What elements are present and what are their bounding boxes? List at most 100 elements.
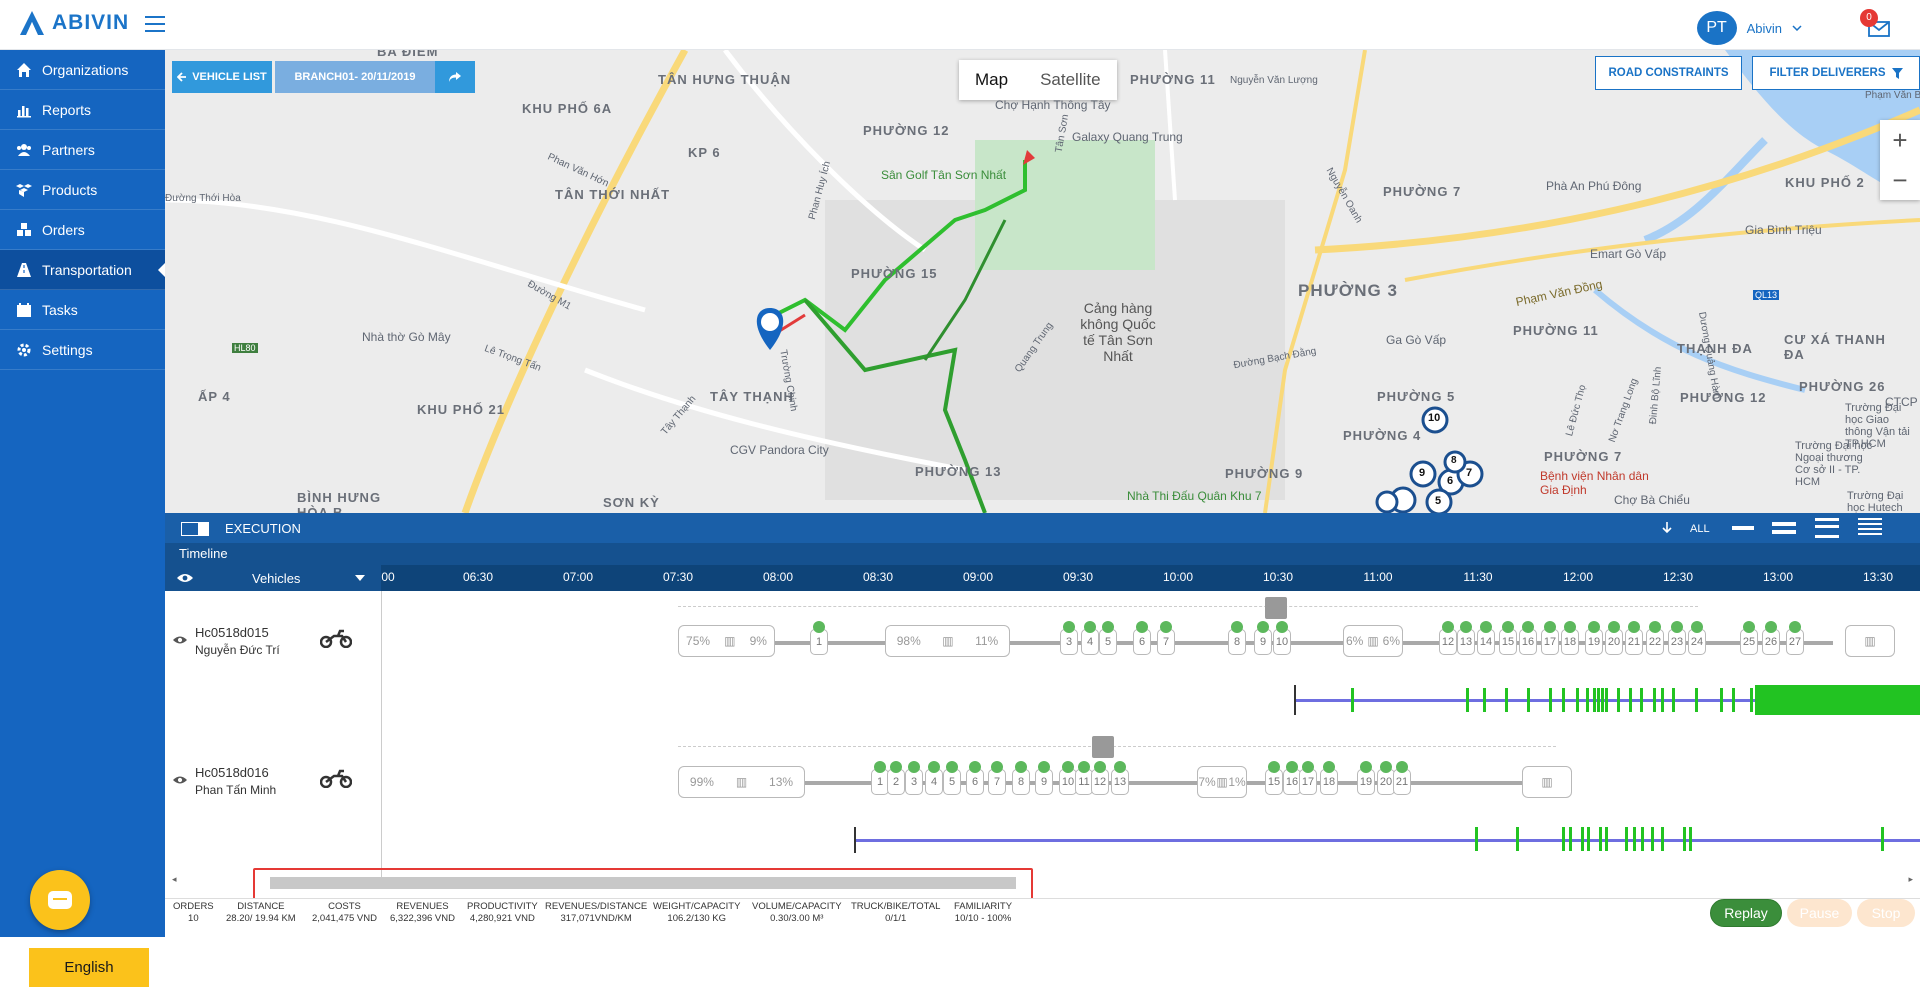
map-marker[interactable]: 9 [1419,467,1425,479]
depot-block[interactable]: 99% ▥ 13% [678,766,805,798]
sidebar-item-organizations[interactable]: Organizations [0,50,165,90]
map-marker[interactable]: 10 [1428,412,1440,424]
activity-bar [1617,688,1620,712]
depot-block[interactable]: 6% ▥ 6% [1343,625,1403,657]
map-label: TÂN THỚI NHẤT [555,187,671,202]
road-constraints-button[interactable]: ROAD CONSTRAINTS [1595,56,1742,90]
delivered-check-icon [1015,761,1027,773]
vehicle-id: Hc0518d016 [195,765,269,780]
time-tick: 10:00 [1162,570,1194,584]
eye-icon[interactable] [173,635,187,645]
road-badge: QL13 [1753,290,1780,300]
caret-down-icon[interactable] [355,575,365,581]
map-marker[interactable]: 6 [1447,475,1453,487]
filter-deliverers-button[interactable]: FILTER DELIVERERS [1752,56,1920,90]
all-label[interactable]: ALL [1690,523,1710,535]
map-label: CƯ XÁ THANH ĐA [1784,332,1886,362]
delivered-check-icon [1323,761,1335,773]
sidebar-item-products[interactable]: Products [0,170,165,210]
density-3-icon[interactable] [1815,518,1839,538]
depot-block[interactable]: 98% ▥ 11% [885,625,1010,657]
chat-icon [48,891,72,909]
hamburger-menu-icon[interactable] [145,16,165,32]
scroll-left-icon[interactable]: ◂ [172,874,177,885]
sidebar-item-settings[interactable]: Settings [0,330,165,370]
zoom-in-button[interactable]: + [1880,120,1920,160]
map-type-satellite[interactable]: Satellite [1024,60,1116,100]
map-marker[interactable]: 8 [1451,455,1457,466]
stat-weight-capacity: WEIGHT/CAPACITY 106.2/130 KG [653,901,740,925]
user-menu[interactable]: PT Abivin [1696,11,1802,45]
depot-block-end[interactable]: ▥ [1522,766,1572,798]
warehouse-icon: ▥ [1864,634,1876,648]
density-1-icon[interactable] [1732,526,1754,530]
map-label: Trường Đại học Hutech [1847,490,1904,513]
stat-value: 0.30/3.00 M³ [770,913,824,924]
vehicles-column-header[interactable]: Vehicles [165,565,381,591]
map-marker[interactable]: 5 [1435,495,1441,507]
language-selector[interactable]: English [29,948,149,987]
depot-left-pct: 7% [1198,775,1216,789]
user-name[interactable]: Abivin [1747,21,1782,36]
depot-block[interactable]: 7% ▥ 1% [1197,766,1247,798]
time-tick: 09:00 [962,570,994,584]
time-tick: 11:30 [1463,570,1493,584]
sidebar-item-partners[interactable]: Partners [0,130,165,170]
depot-block[interactable]: 75% ▥ 9% [678,625,775,657]
sidebar-item-orders[interactable]: Orders [0,210,165,250]
avatar[interactable]: PT [1696,11,1737,45]
zoom-out-button[interactable]: − [1880,160,1920,200]
density-4-icon[interactable] [1858,518,1882,538]
stat-value: 106.2/130 KG [667,913,727,924]
scroll-right-icon[interactable]: ▸ [1908,874,1913,885]
vehicle-list-button[interactable]: VEHICLE LIST [172,61,272,93]
delivered-check-icon [969,761,981,773]
map-marker[interactable]: 7 [1466,467,1472,479]
delivered-check-icon [1102,621,1114,633]
share-button[interactable] [435,61,475,93]
sidebar-item-reports[interactable]: Reports [0,90,165,130]
sidebar-item-tasks[interactable]: Tasks [0,290,165,330]
branch-button[interactable]: BRANCH01- 20/11/2019 [275,61,435,93]
map-type-map[interactable]: Map [959,60,1024,100]
logo[interactable]: ABIVIN [18,9,129,37]
activity-bar [1672,688,1675,712]
delivered-check-icon [874,761,886,773]
activity-bar [1597,688,1600,712]
time-tick: 08:00 [762,570,794,584]
driver-avatar-icon [1265,597,1287,619]
activity-bar [1351,688,1354,712]
panel-toggle-icon[interactable] [181,522,209,536]
timeline-header: Timeline Vehicles 00 06:30 07:00 07:30 0… [165,543,1920,591]
chat-button[interactable] [30,870,90,930]
delivered-check-icon [946,761,958,773]
timeline-scrollbar[interactable]: ◂ ▸ [165,868,1920,900]
map-label: Sân Golf Tân Sơn Nhất [881,168,1007,182]
activity-bar [1720,688,1723,712]
activity-bar [1569,827,1572,851]
map-label: PHƯỜNG 3 [1298,281,1398,300]
users-icon [17,143,31,156]
arrow-down-icon[interactable] [1662,522,1672,534]
timeline-body[interactable]: Hc0518d015 Nguyễn Đức Trí Hc0518d016 Pha… [165,591,1920,881]
map-view[interactable]: VEHICLE LIST BRANCH01- 20/11/2019 Map Sa… [165,50,1920,513]
pause-button[interactable]: Pause [1787,899,1852,927]
depot-block-end[interactable]: ▥ [1845,625,1895,657]
stat-label: REVENUES/DISTANCE [545,901,648,912]
scroll-thumb[interactable] [270,877,1016,889]
warehouse-icon: ▥ [1541,775,1553,789]
stat-productivity: PRODUCTIVITY 4,280,921 VND [467,901,538,925]
arrow-left-icon [177,72,187,82]
eye-icon[interactable] [177,573,193,583]
density-2-icon[interactable] [1772,522,1796,534]
depot-right-pct: 6% [1382,634,1400,648]
eye-icon[interactable] [173,775,187,785]
map-label: TÂN HƯNG THUẬN [658,72,792,87]
replay-button[interactable]: Replay [1710,899,1782,927]
activity-bar [1732,688,1735,712]
chevron-down-icon[interactable] [1792,25,1802,31]
sidebar-item-label: Transportation [42,261,132,278]
activity-bar [1586,688,1589,712]
sidebar-item-transportation[interactable]: Transportation [0,250,166,290]
stop-button[interactable]: Stop [1857,899,1915,927]
